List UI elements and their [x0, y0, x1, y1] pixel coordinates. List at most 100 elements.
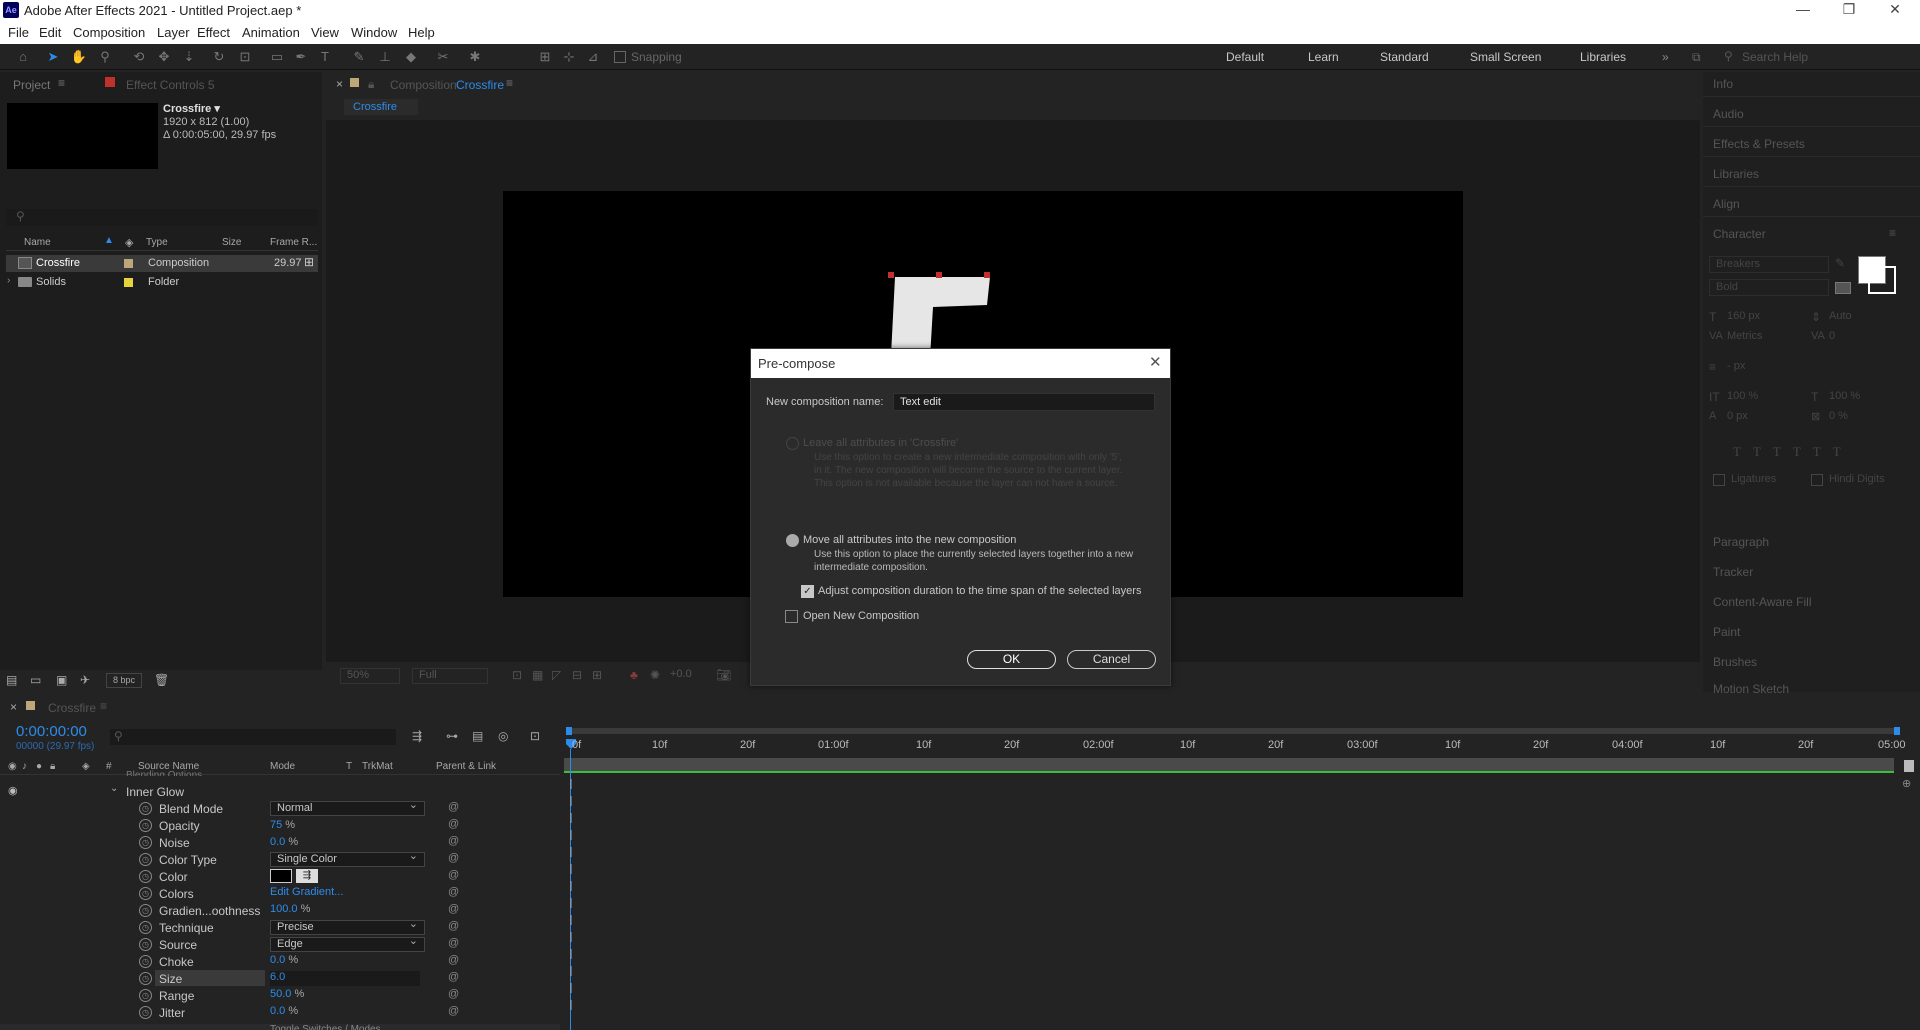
eyedropper-icon[interactable]: ✎ — [1835, 256, 1845, 270]
panel-content-aware-fill[interactable]: Content-Aware Fill — [1713, 595, 1811, 609]
timeline-tab[interactable]: Crossfire — [48, 701, 96, 715]
composition-name-input[interactable]: Text edit — [893, 393, 1155, 411]
trash-icon[interactable]: 🗑 — [154, 673, 169, 687]
pick-whip-icon[interactable]: @ — [448, 903, 459, 915]
move-attributes-radio[interactable] — [786, 534, 799, 547]
pick-whip-icon[interactable]: @ — [448, 971, 459, 983]
solo-col-icon[interactable]: ● — [36, 761, 42, 772]
pick-whip-icon[interactable]: @ — [448, 886, 459, 898]
dolly-tool-icon[interactable]: ⇣ — [180, 48, 198, 66]
panel-paragraph[interactable]: Paragraph — [1713, 535, 1769, 549]
panel-menu-icon[interactable]: ≡ — [58, 76, 65, 90]
stopwatch-icon[interactable]: ◷ — [139, 904, 152, 917]
adjust-duration-checkbox[interactable]: ✓ — [801, 585, 814, 598]
visibility-col-icon[interactable]: ◉ — [8, 761, 17, 772]
more-workspaces-icon[interactable]: » — [1662, 50, 1669, 64]
close-tab-icon[interactable]: × — [336, 77, 343, 91]
toggle-switches-modes[interactable]: Toggle Switches / Modes — [270, 1024, 381, 1030]
flowchart-icon[interactable]: ⊞ — [304, 255, 314, 269]
bpc-button[interactable]: 8 bpc — [106, 673, 142, 688]
black-white-swatch[interactable] — [1835, 282, 1851, 294]
faux-style-icons[interactable]: TTTTTT — [1733, 444, 1853, 460]
pick-whip-icon[interactable]: @ — [448, 869, 459, 881]
stopwatch-icon[interactable]: ◷ — [139, 819, 152, 832]
workspace-libraries[interactable]: Libraries — [1580, 50, 1626, 64]
workspace-small-screen[interactable]: Small Screen — [1470, 50, 1541, 64]
clone-stamp-icon[interactable]: ⊥ — [376, 48, 394, 66]
menu-view[interactable]: View — [311, 25, 339, 40]
property-value[interactable]: 100.0 — [270, 903, 298, 915]
puppet-tool-icon[interactable]: ✱ — [466, 48, 484, 66]
menu-edit[interactable]: Edit — [39, 25, 61, 40]
restore-icon[interactable]: ❐ — [1826, 1, 1872, 18]
property-value[interactable]: 0.0 — [270, 836, 285, 848]
workspace-learn[interactable]: Learn — [1308, 50, 1339, 64]
work-area-start-handle[interactable] — [566, 727, 572, 735]
rotate-tool-icon[interactable]: ↻ — [210, 48, 228, 66]
axis-local-icon[interactable]: ⊞ — [536, 48, 554, 66]
project-item-row[interactable]: › Solids Folder — [6, 274, 318, 291]
panel-info[interactable]: Info — [1713, 77, 1733, 91]
project-item-row[interactable]: Crossfire Composition 29.97 ⊞ — [6, 255, 318, 272]
baseline-value[interactable]: 0 px — [1727, 410, 1748, 422]
pick-whip-icon[interactable]: @ — [448, 835, 459, 847]
lock-col-icon[interactable]: 🔒︎ — [50, 761, 55, 772]
mask-toggle-icon[interactable]: ◸ — [552, 668, 561, 682]
kerning-value[interactable]: Metrics — [1727, 330, 1762, 342]
layer-handle[interactable] — [984, 272, 990, 278]
comp-subtab[interactable]: Crossfire — [344, 99, 418, 115]
layer-handle[interactable] — [888, 272, 894, 278]
stopwatch-icon[interactable]: ◷ — [139, 989, 152, 1002]
stopwatch-icon[interactable]: ◷ — [139, 802, 152, 815]
guides-icon[interactable]: ⊟ — [572, 668, 582, 682]
draft-3d-icon[interactable]: ⊶ — [446, 729, 458, 743]
dialog-close-icon[interactable]: ✕ — [1149, 353, 1162, 371]
selection-tool-icon[interactable]: ➤ — [44, 48, 62, 66]
region-icon[interactable]: ⊡ — [512, 668, 522, 682]
panel-character[interactable]: Character — [1713, 227, 1766, 241]
project-search-input[interactable]: ⚲ — [6, 209, 318, 226]
stopwatch-icon[interactable]: ◷ — [139, 870, 152, 883]
panel-align[interactable]: Align — [1713, 197, 1740, 211]
interpret-footage-icon[interactable]: ▤ — [6, 673, 17, 687]
exposure-reset-icon[interactable]: ✺ — [650, 668, 660, 682]
leading-value[interactable]: Auto — [1829, 310, 1852, 322]
orbit-tool-icon[interactable]: ⟲ — [130, 48, 148, 66]
col-type[interactable]: Type — [146, 237, 168, 248]
exposure-value[interactable]: +0.0 — [670, 668, 692, 680]
panel-menu-icon[interactable]: ≡ — [506, 76, 513, 90]
anchor-tool-icon[interactable]: ⊡ — [236, 48, 254, 66]
zoom-dropdown[interactable]: 50% — [340, 668, 400, 684]
tsume-value[interactable]: 0 % — [1829, 410, 1848, 422]
new-folder-icon[interactable]: ▭ — [30, 673, 41, 687]
label-col-icon[interactable]: ◈ — [82, 761, 90, 772]
source-dropdown[interactable]: Edge — [270, 935, 425, 952]
panel-motion-sketch[interactable]: Motion Sketch — [1713, 682, 1789, 696]
work-area-bar[interactable] — [568, 728, 1900, 734]
new-comp-icon[interactable]: ▣ — [56, 673, 67, 687]
col-size[interactable]: Size — [222, 237, 241, 248]
home-icon[interactable]: ⌂ — [14, 48, 32, 66]
zoom-tool-icon[interactable]: ⚲ — [96, 48, 114, 66]
type-tool-icon[interactable]: T — [316, 48, 334, 66]
pick-whip-icon[interactable]: @ — [448, 988, 459, 1000]
close-tab-icon[interactable]: × — [10, 700, 17, 714]
stroke-color-swatch[interactable] — [1868, 266, 1896, 294]
ligatures-checkbox[interactable] — [1713, 474, 1725, 486]
property-value[interactable]: 50.0 — [270, 988, 291, 1000]
stroke-width-value[interactable]: - px — [1727, 360, 1745, 372]
minimize-icon[interactable]: — — [1780, 1, 1826, 17]
panel-menu-icon[interactable]: ≡ — [1889, 226, 1896, 240]
menu-window[interactable]: Window — [351, 25, 397, 40]
eyedropper-icon[interactable]: ⇶ — [296, 869, 318, 883]
snapping-checkbox[interactable] — [614, 51, 626, 63]
workspace-standard[interactable]: Standard — [1380, 50, 1429, 64]
brush-tool-icon[interactable]: ✎ — [350, 48, 368, 66]
panel-libraries[interactable]: Libraries — [1713, 167, 1759, 181]
axis-world-icon[interactable]: ⊹ — [560, 48, 578, 66]
property-value[interactable]: 0.0 — [270, 954, 285, 966]
snapshot-icon[interactable]: 📷︎ — [716, 668, 731, 682]
frame-blending-icon[interactable]: ▤ — [472, 729, 483, 743]
menu-animation[interactable]: Animation — [242, 25, 300, 40]
layer-duration-bar[interactable] — [564, 758, 1894, 772]
